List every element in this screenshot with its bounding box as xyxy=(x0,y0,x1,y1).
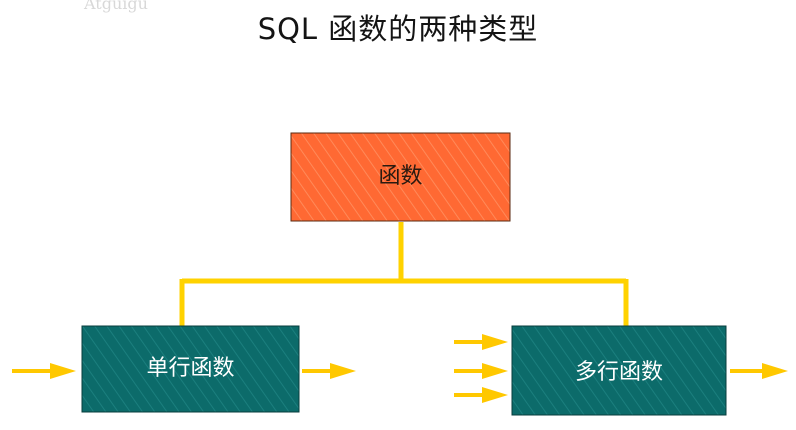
multi-row-input-arrow xyxy=(454,387,508,403)
single-row-box-label: 单行函数 xyxy=(146,356,235,381)
connector-lines xyxy=(179,222,629,328)
single-row-output-arrow xyxy=(302,363,356,379)
single-row-input-arrow xyxy=(12,363,76,379)
multi-row-input-arrow xyxy=(454,334,508,350)
root-box-label: 函数 xyxy=(378,164,423,189)
multi-row-input-arrow xyxy=(454,363,508,379)
multi-row-box-label: 多行函数 xyxy=(574,360,663,385)
multi-row-output-arrow xyxy=(730,363,788,379)
